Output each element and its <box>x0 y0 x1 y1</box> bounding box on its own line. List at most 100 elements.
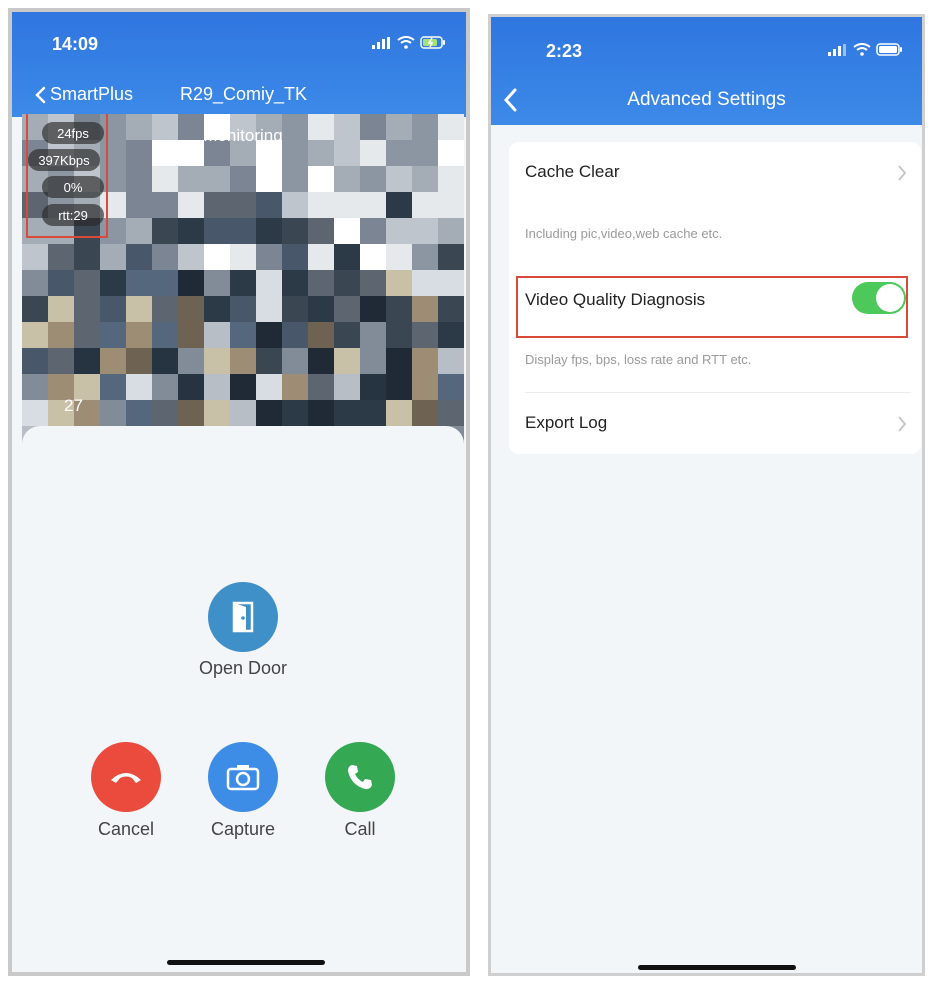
video-pixel <box>178 218 204 244</box>
video-pixel <box>256 400 282 426</box>
video-pixel <box>48 322 74 348</box>
video-pixel <box>282 296 308 322</box>
video-pixel <box>412 218 438 244</box>
video-pixel <box>386 296 412 322</box>
video-pixel <box>22 322 48 348</box>
video-pixel <box>256 322 282 348</box>
video-pixel <box>152 166 178 192</box>
video-pixel <box>334 218 360 244</box>
video-quality-toggle[interactable] <box>852 282 906 314</box>
signal-icon <box>828 43 846 56</box>
video-pixel <box>386 348 412 374</box>
chevron-right-icon <box>898 416 907 432</box>
settings-row-export-log[interactable]: Export Log <box>509 393 921 453</box>
video-pixel <box>412 166 438 192</box>
home-indicator[interactable] <box>638 965 796 970</box>
video-pixel <box>438 270 464 296</box>
video-pixel <box>282 244 308 270</box>
video-pixel <box>412 400 438 426</box>
video-pixel <box>386 400 412 426</box>
video-pixel <box>386 218 412 244</box>
advanced-settings-screen: 2:23 Advanced Settings Cache Clear Inclu… <box>488 14 925 976</box>
video-pixel <box>178 166 204 192</box>
video-pixel <box>204 244 230 270</box>
video-pixel <box>438 374 464 400</box>
cache-clear-title: Cache Clear <box>525 162 620 181</box>
video-pixel <box>74 296 100 322</box>
chevron-right-icon <box>898 165 907 181</box>
device-name: R29_Comiy_TK <box>180 84 308 104</box>
open-door-button[interactable] <box>208 582 278 652</box>
signal-icon <box>372 36 390 49</box>
video-pixel <box>256 244 282 270</box>
video-pixel <box>74 348 100 374</box>
video-pixel <box>230 270 256 296</box>
video-pixel <box>230 192 256 218</box>
back-button[interactable]: SmartPlus <box>34 84 133 105</box>
video-pixel <box>308 296 334 322</box>
video-pixel <box>282 218 308 244</box>
video-pixel <box>334 166 360 192</box>
export-log-title: Export Log <box>525 413 608 432</box>
video-pixel <box>48 270 74 296</box>
video-pixel <box>334 270 360 296</box>
video-pixel <box>126 244 152 270</box>
video-pixel <box>438 322 464 348</box>
video-pixel <box>256 270 282 296</box>
video-pixel <box>438 296 464 322</box>
video-pixel <box>152 322 178 348</box>
home-indicator[interactable] <box>167 960 325 965</box>
capture-button[interactable] <box>208 742 278 812</box>
video-pixel <box>386 244 412 270</box>
video-pixel <box>100 348 126 374</box>
video-pixel <box>412 270 438 296</box>
cancel-button[interactable] <box>91 742 161 812</box>
video-pixel <box>334 244 360 270</box>
video-pixel <box>22 270 48 296</box>
hang-up-icon <box>111 773 141 783</box>
video-pixel <box>22 374 48 400</box>
video-pixel <box>126 374 152 400</box>
settings-row-cache-clear[interactable]: Cache Clear <box>509 142 921 204</box>
video-pixel <box>100 374 126 400</box>
video-pixel <box>438 218 464 244</box>
battery-icon <box>420 36 445 49</box>
video-pixel <box>334 192 360 218</box>
video-pixel <box>412 192 438 218</box>
video-pixel <box>412 322 438 348</box>
video-pixel <box>100 296 126 322</box>
video-pixel <box>178 348 204 374</box>
monitoring-screen: 14:09 SmartPlus R29_Comiy_TK Monitoring … <box>8 8 470 976</box>
video-pixel <box>230 400 256 426</box>
call-button[interactable] <box>325 742 395 812</box>
video-pixel <box>308 192 334 218</box>
video-pixel <box>126 322 152 348</box>
video-pixel <box>438 192 464 218</box>
video-pixel <box>334 400 360 426</box>
video-pixel <box>126 400 152 426</box>
back-label: SmartPlus <box>50 84 134 104</box>
video-quality-title: Video Quality Diagnosis <box>525 290 706 309</box>
video-pixel <box>230 244 256 270</box>
video-pixel <box>48 244 74 270</box>
video-pixel <box>386 270 412 296</box>
video-pixel <box>230 296 256 322</box>
video-pixel <box>386 322 412 348</box>
capture-label: Capture <box>210 819 276 839</box>
status-time: 14:09 <box>52 34 99 54</box>
video-pixel <box>100 270 126 296</box>
video-pixel <box>256 192 282 218</box>
video-pixel <box>230 374 256 400</box>
video-pixel <box>360 218 386 244</box>
video-pixel <box>412 296 438 322</box>
video-pixel <box>100 322 126 348</box>
video-pixel <box>308 374 334 400</box>
wifi-icon <box>853 43 871 56</box>
video-pixel <box>334 348 360 374</box>
video-pixel <box>360 192 386 218</box>
video-pixel <box>152 348 178 374</box>
video-pixel <box>204 348 230 374</box>
video-pixel <box>282 166 308 192</box>
video-pixel <box>360 400 386 426</box>
video-pixel <box>256 296 282 322</box>
